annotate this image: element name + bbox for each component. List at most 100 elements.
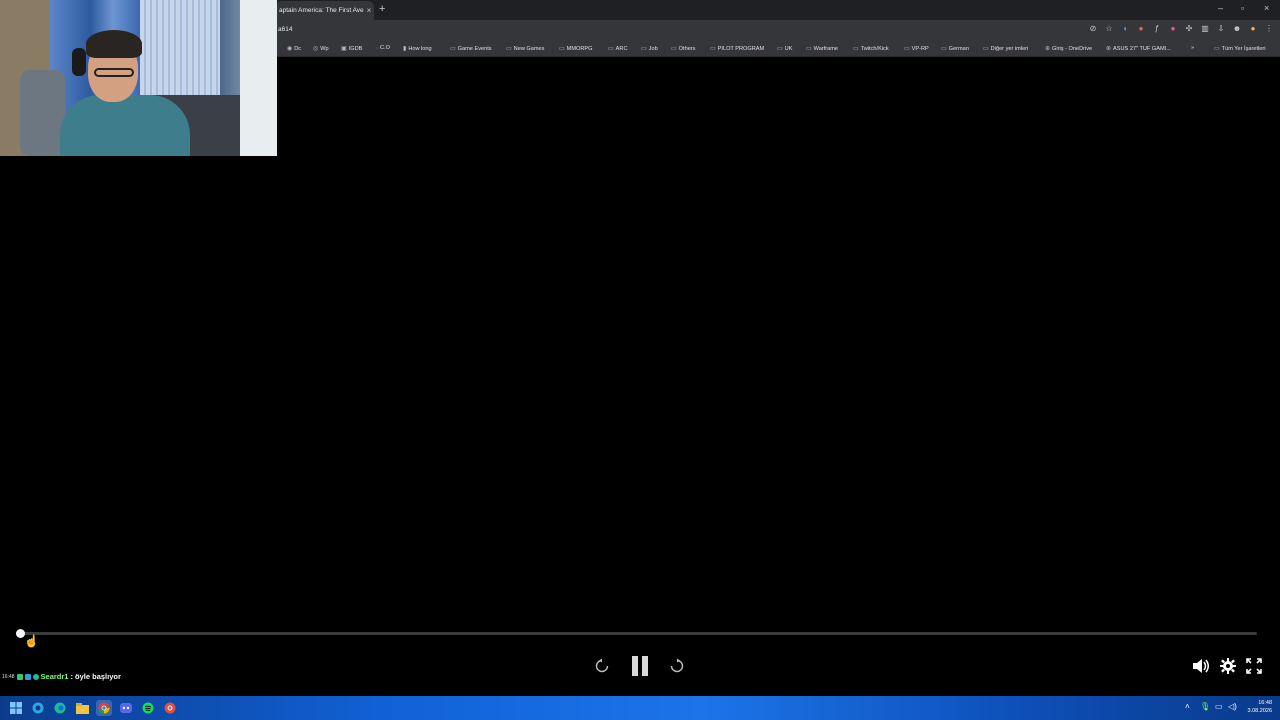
mouse-cursor-icon: ☝ — [24, 634, 39, 648]
spotify-icon[interactable] — [141, 701, 155, 715]
webcam-window — [140, 0, 220, 100]
volume-icon — [1193, 659, 1209, 673]
eye-off-icon[interactable]: ⊘ — [1088, 24, 1098, 34]
bookmark-item[interactable]: ▮ How long — [403, 45, 432, 53]
sidebar-icon[interactable]: ▥ — [1200, 24, 1210, 34]
globe-icon: ⊕ — [1045, 46, 1051, 52]
link-icon: ˒ — [376, 45, 378, 51]
rewind-button[interactable] — [593, 657, 611, 675]
extension-icon[interactable]: ● — [1136, 24, 1146, 34]
bookmark-folder[interactable]: ▭ Others — [671, 45, 695, 53]
chat-badge-icon — [16, 673, 23, 680]
bookmark-item[interactable]: ◉ Dc — [287, 45, 301, 53]
profile-icon[interactable]: ☻ — [1232, 24, 1242, 34]
chat-badge-icon — [24, 673, 31, 680]
avatar[interactable]: ● — [1248, 24, 1258, 34]
all-bookmarks-folder[interactable]: ▭ Tüm Yer İşaretleri — [1214, 45, 1266, 53]
chat-text: : öyle başlıyor — [70, 672, 121, 681]
chrome-icon[interactable] — [96, 700, 112, 716]
taskbar-app-icon[interactable] — [31, 701, 45, 715]
system-clock[interactable]: 16:48 3.08.2026 — [1248, 699, 1272, 715]
bookmark-folder[interactable]: ▭ New Games — [506, 45, 544, 53]
bookmark-folder[interactable]: ▭ Job — [641, 45, 658, 53]
bookmark-folder[interactable]: ▭ Twitch/Kick — [853, 45, 889, 53]
headset-icon — [72, 48, 86, 76]
windows-start-icon[interactable] — [9, 701, 23, 715]
edge-icon[interactable] — [53, 701, 67, 715]
extension-icon[interactable]: ● — [1168, 24, 1178, 34]
folder-icon: ▭ — [853, 46, 859, 52]
webcam-person-hair — [86, 30, 142, 58]
tray-chevron-icon[interactable]: ˄ — [1185, 702, 1190, 711]
bookmark-folder[interactable]: ▭ MMORPG — [559, 45, 592, 53]
network-icon[interactable]: ▭ — [1215, 702, 1223, 711]
folder-icon: ▭ — [941, 46, 947, 52]
kebab-menu-icon[interactable]: ⋮ — [1264, 24, 1274, 34]
star-icon[interactable]: ☆ — [1104, 24, 1114, 34]
folder-icon: ▭ — [671, 46, 677, 52]
minimize-button[interactable]: – — [1218, 3, 1223, 13]
folder-icon: ▭ — [777, 46, 783, 52]
close-window-button[interactable]: × — [1264, 3, 1269, 13]
microphone-icon[interactable]: 🎙 — [1200, 702, 1210, 711]
maximize-button[interactable]: ▫ — [1241, 3, 1244, 13]
webcam-glasses — [94, 68, 134, 77]
bookmark-item[interactable]: ˒ C.O — [376, 45, 390, 51]
bookmark-folder[interactable]: ▭ ARC — [608, 45, 627, 53]
igdb-icon: ▣ — [341, 46, 347, 52]
pause-button[interactable] — [629, 655, 651, 677]
tab-captain-america[interactable]: aptain America: The First Ave × — [276, 1, 374, 20]
address-bar-icons: ⊘ ☆ ◖ ● ƒ ● ✣ ▥ ⇩ ☻ ● ⋮ — [1088, 24, 1274, 34]
discord-icon: ◉ — [287, 46, 293, 52]
folder-icon: ▭ — [506, 46, 512, 52]
bookmark-folder[interactable]: ▭ Diğer yer imleri — [983, 45, 1028, 53]
puzzle-icon[interactable]: ✣ — [1184, 24, 1194, 34]
bookmark-folder[interactable]: ▭ German — [941, 45, 969, 53]
bookmarks-overflow-button[interactable]: » — [1191, 45, 1194, 51]
extension-icon[interactable]: ƒ — [1152, 24, 1162, 34]
folder-icon: ▭ — [641, 46, 647, 52]
folder-icon: ▭ — [710, 46, 716, 52]
download-icon[interactable]: ⇩ — [1216, 24, 1226, 34]
folder-icon: ▭ — [983, 46, 989, 52]
forward-icon — [670, 658, 684, 673]
windows-taskbar: ˄ 🎙 ▭ ◁) 16:48 3.08.2026 — [0, 696, 1280, 720]
webcam-monitor — [240, 0, 277, 156]
rewind-icon — [595, 658, 609, 673]
webcam-chair — [20, 70, 65, 156]
bookmark-folder[interactable]: ▭ Game Events — [450, 45, 492, 53]
new-tab-button[interactable]: + — [379, 3, 385, 15]
chat-badge-icon — [32, 673, 39, 680]
bookmark-item[interactable]: ▣ IGDB — [341, 45, 362, 53]
clock-time: 16:48 — [1258, 700, 1272, 706]
bookmark-folder[interactable]: ▭ Warframe — [806, 45, 838, 53]
folder-icon: ▭ — [608, 46, 614, 52]
folder-icon: ▭ — [450, 46, 456, 52]
bookmark-folder[interactable]: ▭ UK — [777, 45, 792, 53]
webcam-overlay — [0, 0, 277, 156]
tab-title: aptain America: The First Ave — [279, 7, 364, 14]
folder-icon: ▭ — [806, 46, 812, 52]
tab-close-icon[interactable]: × — [364, 6, 374, 15]
bookmark-item[interactable]: ⊕ ASUS 27" TUF GAMI... — [1106, 45, 1171, 53]
folder-icon: ▭ — [904, 46, 910, 52]
extension-icon[interactable]: ◖ — [1120, 24, 1130, 34]
bookmark-folder[interactable]: ▭ PILOT PROGRAM — [710, 45, 764, 53]
chat-message: 16:48 Seardr1 : öyle başlıyor — [2, 672, 121, 681]
bookmark-folder[interactable]: ▭ VP-RP — [904, 45, 929, 53]
chrome-alt-icon[interactable] — [163, 701, 177, 715]
speaker-icon[interactable]: ◁) — [1228, 702, 1237, 711]
settings-button[interactable] — [1219, 657, 1237, 675]
discord-icon[interactable] — [119, 701, 133, 715]
bookmark-item[interactable]: ◎ Wp — [313, 45, 329, 53]
file-explorer-icon[interactable] — [75, 701, 89, 715]
folder-icon: ▭ — [559, 46, 565, 52]
url-field[interactable]: a614 — [278, 26, 292, 33]
volume-button[interactable] — [1192, 657, 1210, 675]
bookmark-item[interactable]: ⊕ Giriş - OneDrive — [1045, 45, 1092, 53]
folder-icon: ▭ — [1214, 46, 1220, 52]
bookmark-icon: ▮ — [403, 46, 407, 52]
seek-bar[interactable] — [16, 629, 1257, 638]
fullscreen-button[interactable] — [1245, 657, 1263, 675]
forward-button[interactable] — [668, 657, 686, 675]
